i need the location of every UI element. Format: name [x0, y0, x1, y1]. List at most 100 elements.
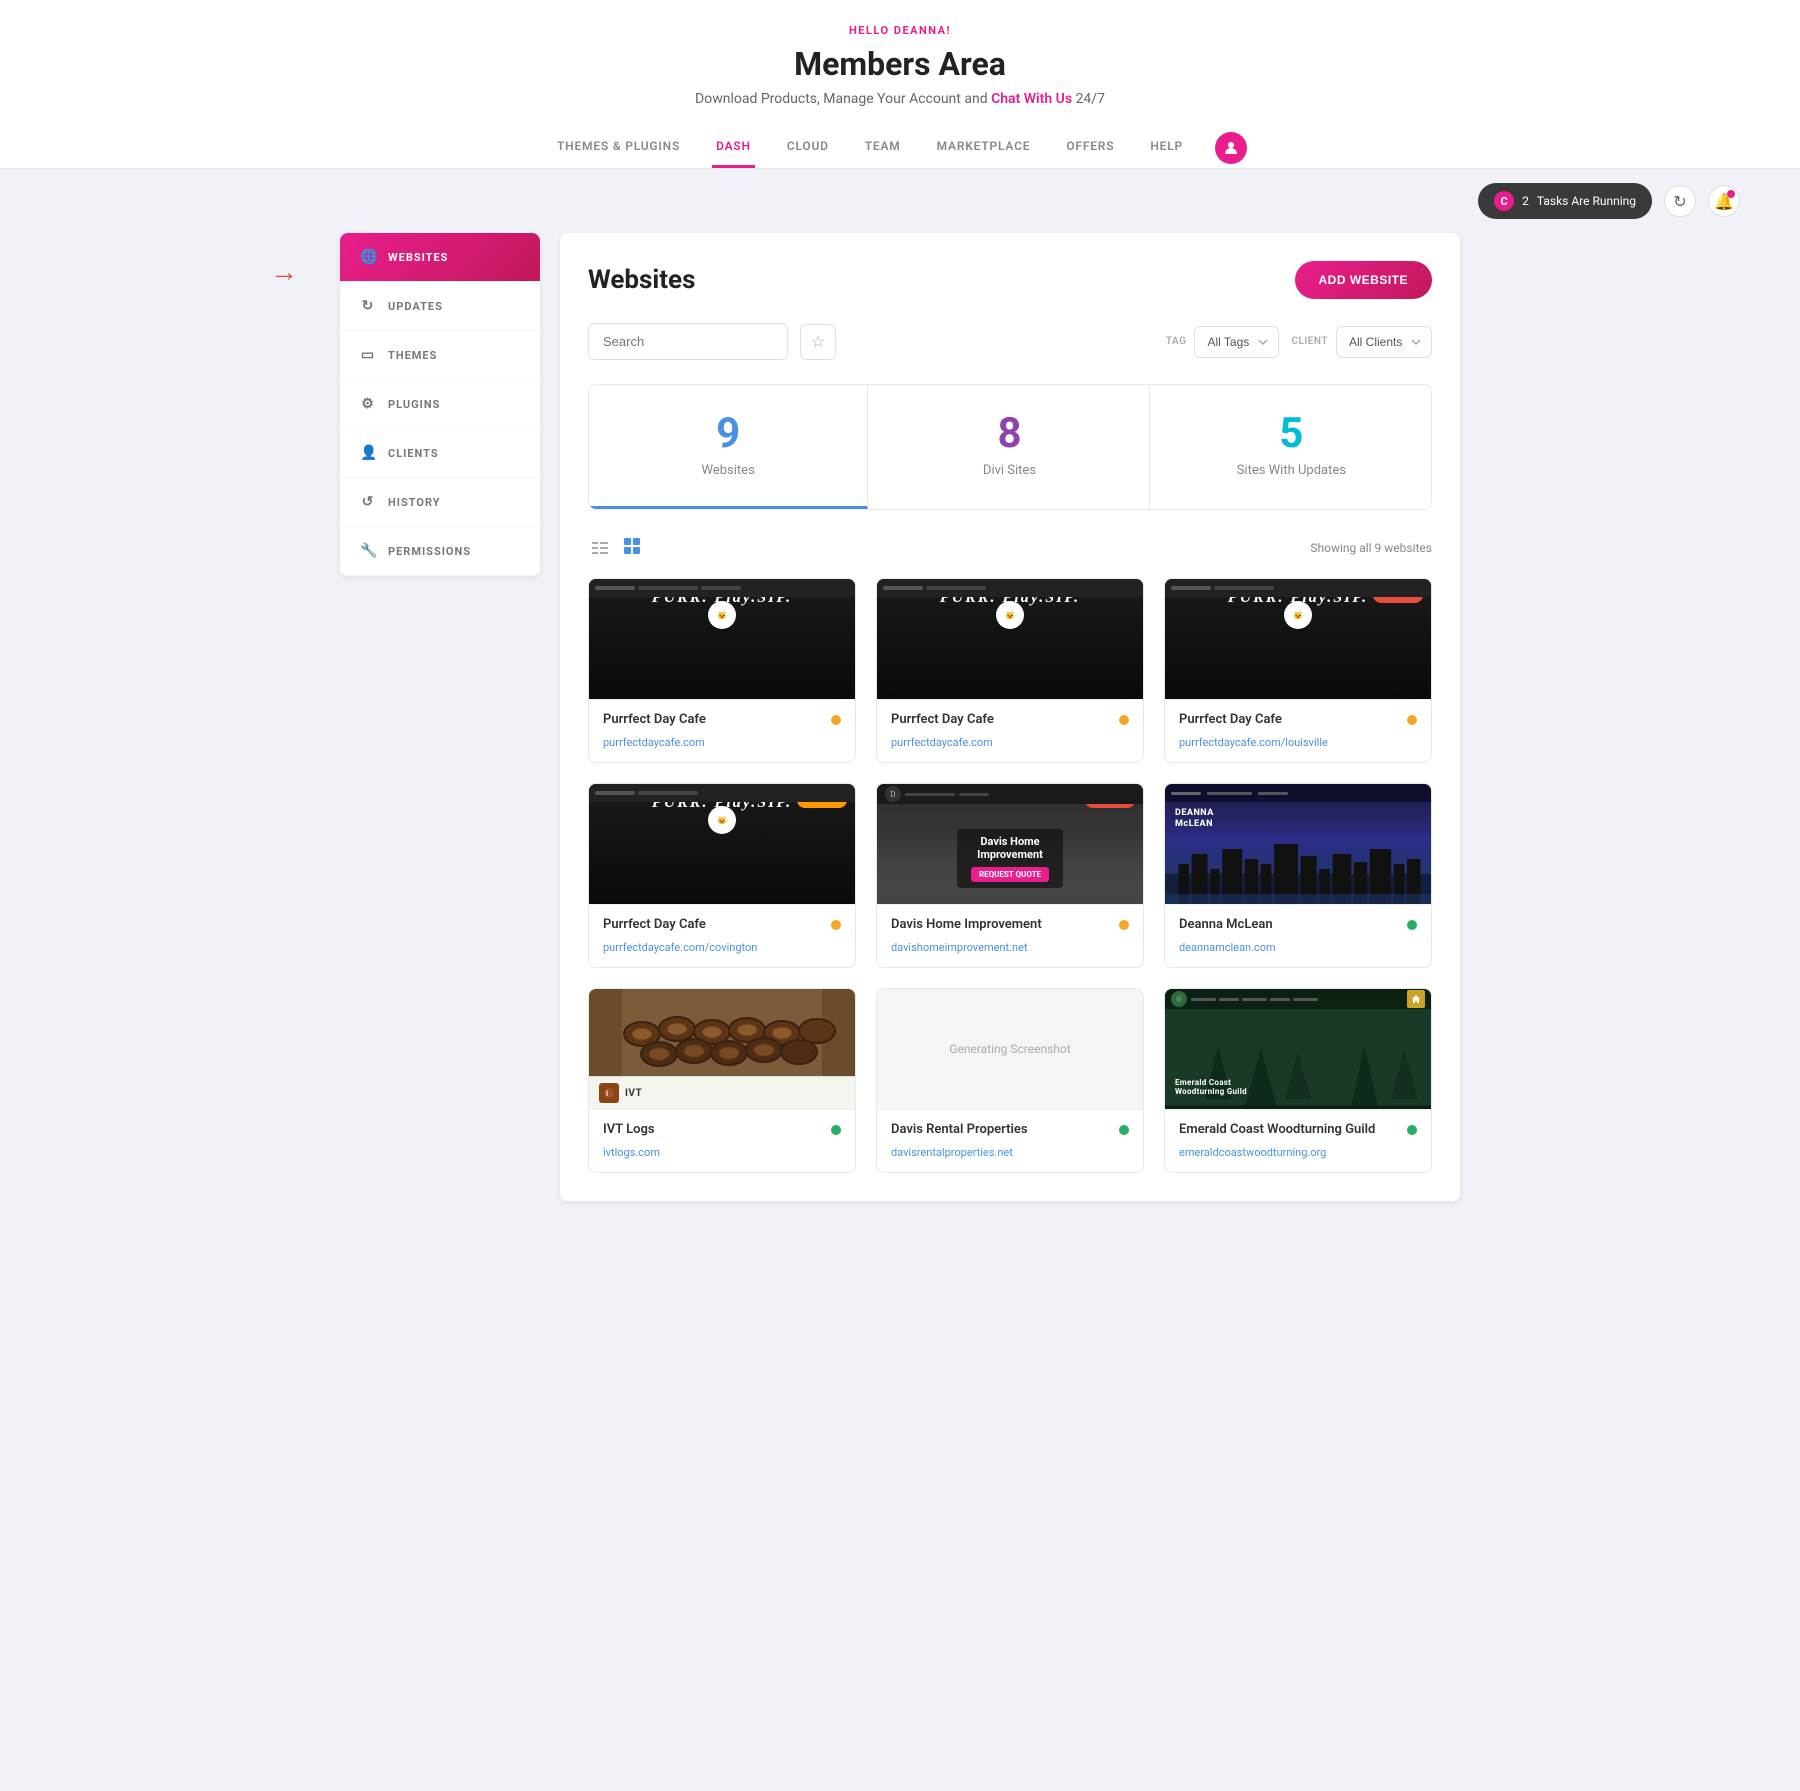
sidebar-item-plugins[interactable]: ⚙ PLUGINS	[340, 380, 540, 429]
card-url-7[interactable]: ivtlogs.com	[603, 1146, 660, 1159]
card-info-3: Purrfect Day Cafe purrfectdaycafe.com/lo…	[1165, 699, 1431, 762]
card-url-1[interactable]: purrfectdaycafe.com	[603, 736, 705, 749]
header: HELLO DEANNA! Members Area Download Prod…	[0, 0, 1800, 169]
star-filter-button[interactable]: ☆	[800, 324, 836, 360]
sidebar-item-permissions[interactable]: 🔧 PERMISSIONS	[340, 527, 540, 576]
sidebar-item-websites[interactable]: 🌐 WEBSITES	[340, 233, 540, 282]
card-screenshot-5: UPDATE D Davis Home Improvement REQUEST …	[877, 784, 1143, 904]
nav-cloud[interactable]: CLOUD	[783, 127, 833, 168]
sidebar-item-themes[interactable]: ▭ THEMES	[340, 331, 540, 380]
tasks-button[interactable]: C 2 Tasks Are Running	[1478, 183, 1652, 219]
tasks-label: Tasks Are Running	[1537, 194, 1636, 208]
card-name-9: Emerald Coast Woodturning Guild	[1179, 1122, 1375, 1137]
nav-marketplace[interactable]: MARKETPLACE	[933, 127, 1035, 168]
notifications-button[interactable]: 🔔	[1708, 185, 1740, 217]
card-name-4: Purrfect Day Cafe	[603, 917, 706, 932]
nav-dash[interactable]: DASH	[712, 127, 755, 168]
card-url-4[interactable]: purrfectdaycafe.com/covington	[603, 941, 757, 954]
card-screenshot-3: UPDATE 🐱 PURR. Play.SIP.	[1165, 579, 1431, 699]
chat-link[interactable]: Chat With Us	[991, 91, 1072, 107]
sidebar-label-themes: THEMES	[388, 349, 437, 362]
website-card-3[interactable]: UPDATE 🐱 PURR. Play.SIP. Purrfect Day C	[1164, 578, 1432, 763]
status-dot-2	[1119, 715, 1129, 725]
website-card-4[interactable]: UPDATE 🐱 PURR. Play.SIP. Purrfect Day C	[588, 783, 856, 968]
tag-filter-select[interactable]: All Tags	[1194, 326, 1279, 358]
card-url-9[interactable]: emeraldcoastwoodturning.org	[1179, 1146, 1326, 1159]
stat-websites-number: 9	[609, 413, 847, 455]
websites-icon: 🌐	[360, 249, 376, 265]
sidebar-item-clients[interactable]: 👤 CLIENTS	[340, 429, 540, 478]
sidebar-label-clients: CLIENTS	[388, 447, 439, 460]
card-info-2: Purrfect Day Cafe purrfectdaycafe.com	[877, 699, 1143, 762]
nav-themes-plugins[interactable]: THEMES & PLUGINS	[553, 127, 684, 168]
stat-websites[interactable]: 9 Websites	[589, 385, 868, 509]
tag-filter-label: TAG	[1166, 336, 1187, 347]
client-filter-group: CLIENT All Clients	[1291, 326, 1432, 358]
user-avatar[interactable]	[1215, 132, 1247, 164]
website-card-1[interactable]: 🐱 PURR. Play.SIP. Purrfect Day Cafe purr…	[588, 578, 856, 763]
search-input[interactable]	[588, 323, 788, 360]
card-url-2[interactable]: purrfectdaycafe.com	[891, 736, 993, 749]
permissions-icon: 🔧	[360, 543, 376, 559]
sidebar-label-updates: UPDATES	[388, 300, 443, 313]
history-icon: ↺	[360, 494, 376, 510]
sidebar-label-plugins: PLUGINS	[388, 398, 440, 411]
stat-updates-label: Sites With Updates	[1172, 463, 1411, 478]
content-area: Websites ADD WEBSITE ☆ TAG All Tags CLIE…	[560, 233, 1460, 1201]
stat-divi-label: Divi Sites	[890, 463, 1128, 478]
website-card-6[interactable]: DEANNAMcLEAN Deanna McLean deannamclean.…	[1164, 783, 1432, 968]
list-view-button[interactable]	[588, 535, 612, 562]
sidebar-label-websites: WEBSITES	[388, 251, 448, 264]
sidebar-label-history: HISTORY	[388, 496, 441, 509]
status-dot-6	[1407, 920, 1417, 930]
card-url-8[interactable]: davisrentalproperties.net	[891, 1146, 1013, 1159]
tasks-count: 2	[1522, 194, 1529, 208]
main-layout: → 🌐 WEBSITES ↻ UPDATES ▭ THEMES ⚙ PLUGIN…	[300, 233, 1500, 1241]
website-card-9[interactable]: Emerald Coast Woodturning Guild Emerald …	[1164, 988, 1432, 1173]
nav-offers[interactable]: OFFERS	[1062, 127, 1118, 168]
generating-label: Generating Screenshot	[949, 1042, 1070, 1056]
filters-bar: ☆ TAG All Tags CLIENT All Clients	[588, 323, 1432, 360]
stat-sites-with-updates[interactable]: 5 Sites With Updates	[1152, 385, 1431, 509]
website-card-5[interactable]: UPDATE D Davis Home Improvement REQUEST …	[876, 783, 1144, 968]
card-name-7: IVT Logs	[603, 1122, 655, 1137]
card-info-8: Davis Rental Properties davisrentalprope…	[877, 1109, 1143, 1172]
add-website-button[interactable]: ADD WEBSITE	[1295, 261, 1433, 299]
sidebar-item-history[interactable]: ↺ HISTORY	[340, 478, 540, 527]
nav-help[interactable]: HELP	[1146, 127, 1187, 168]
website-card-7[interactable]: I IVT IVT Logs ivtlogs.com	[588, 988, 856, 1173]
grid-controls: Showing all 9 websites	[588, 534, 1432, 562]
client-filter-select[interactable]: All Clients	[1336, 326, 1432, 358]
websites-grid: 🐱 PURR. Play.SIP. Purrfect Day Cafe purr…	[588, 578, 1432, 1173]
card-screenshot-7: I IVT	[589, 989, 855, 1109]
refresh-button[interactable]: ↻	[1664, 185, 1696, 217]
card-url-6[interactable]: deannamclean.com	[1179, 941, 1276, 954]
card-url-5[interactable]: davishomeimprovement.net	[891, 941, 1028, 954]
arrow-pointer: →	[270, 255, 298, 288]
refresh-icon: ↻	[1673, 192, 1686, 211]
stat-divi-sites[interactable]: 8 Divi Sites	[870, 385, 1149, 509]
tag-filter-group: TAG All Tags	[1166, 326, 1280, 358]
card-name-2: Purrfect Day Cafe	[891, 712, 994, 727]
website-card-2[interactable]: 🐱 PURR. Play.SIP. Purrfect Day Cafe purr…	[876, 578, 1144, 763]
status-dot-9	[1407, 1125, 1417, 1135]
card-name-6: Deanna McLean	[1179, 917, 1273, 932]
showing-text: Showing all 9 websites	[1310, 541, 1432, 555]
stat-updates-number: 5	[1172, 413, 1411, 455]
card-url-3[interactable]: purrfectdaycafe.com/louisville	[1179, 736, 1328, 749]
grid-view-button[interactable]	[620, 534, 644, 562]
card-name-8: Davis Rental Properties	[891, 1122, 1028, 1137]
stats-row: 9 Websites 8 Divi Sites 5 Sites With Upd…	[588, 384, 1432, 510]
page-main-title: Members Area	[20, 45, 1780, 83]
nav-team[interactable]: TEAM	[861, 127, 905, 168]
sidebar-item-updates[interactable]: ↻ UPDATES	[340, 282, 540, 331]
website-card-8[interactable]: Generating Screenshot Davis Rental Prope…	[876, 988, 1144, 1173]
card-screenshot-9: Emerald Coast Woodturning Guild	[1165, 989, 1431, 1109]
status-dot-4	[831, 920, 841, 930]
subtitle: Download Products, Manage Your Account a…	[20, 91, 1780, 107]
status-dot-3	[1407, 715, 1417, 725]
card-info-1: Purrfect Day Cafe purrfectdaycafe.com	[589, 699, 855, 762]
status-dot-1	[831, 715, 841, 725]
sidebar: 🌐 WEBSITES ↻ UPDATES ▭ THEMES ⚙ PLUGINS …	[340, 233, 540, 576]
card-info-9: Emerald Coast Woodturning Guild emeraldc…	[1165, 1109, 1431, 1172]
